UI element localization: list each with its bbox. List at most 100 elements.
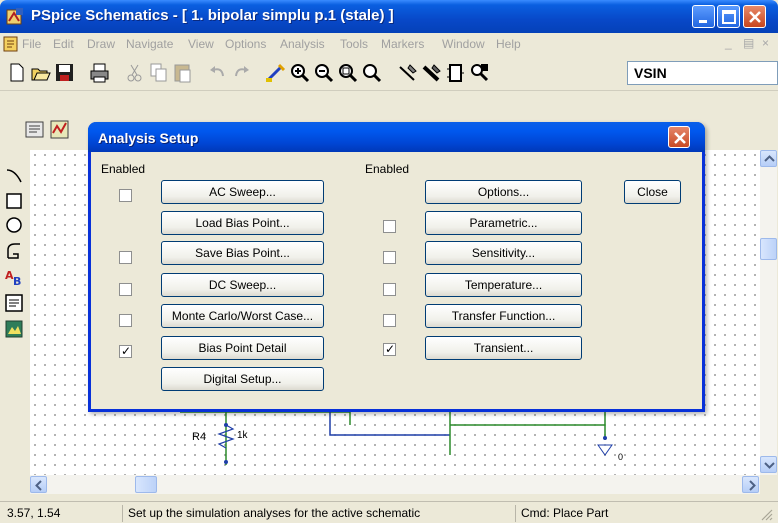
document-icon[interactable] (3, 36, 19, 52)
scroll-up-button[interactable] (760, 150, 777, 167)
print-icon (90, 63, 109, 83)
save-bias-point-button[interactable]: Save Bias Point... (161, 241, 324, 265)
insert-picture-button[interactable] (3, 318, 25, 340)
horizontal-scroll-thumb[interactable] (135, 476, 157, 493)
menu-markers[interactable]: Markers (381, 37, 424, 51)
part-name-field[interactable] (627, 61, 778, 85)
draw-circle-button[interactable] (3, 214, 25, 236)
menu-file[interactable]: File (22, 37, 41, 51)
redo-button[interactable] (230, 61, 253, 84)
mdi-restore-button[interactable]: ▤ (743, 36, 754, 50)
enabled-header-left: Enabled (101, 162, 146, 176)
app-icon[interactable] (6, 7, 25, 26)
digital-setup-button[interactable]: Digital Setup... (161, 367, 324, 391)
dialog-close-button[interactable] (668, 126, 690, 148)
zoom-fit-icon (363, 64, 382, 83)
draw-box-button[interactable] (3, 190, 25, 212)
svg-text:B: B (13, 275, 21, 288)
cut-button[interactable] (123, 61, 146, 84)
draw-line-button[interactable] (3, 164, 25, 186)
menu-edit[interactable]: Edit (53, 37, 74, 51)
draw-arc-button[interactable] (3, 240, 25, 262)
menu-tools[interactable]: Tools (340, 37, 368, 51)
mdi-close-button[interactable]: × (762, 36, 769, 50)
dialog-title-bar[interactable]: Analysis Setup (88, 122, 705, 152)
save-button[interactable] (53, 61, 76, 84)
scroll-left-button[interactable] (30, 476, 47, 493)
setup-icon (25, 121, 44, 138)
menu-window[interactable]: Window (442, 37, 485, 51)
dialog-close-text-button[interactable]: Close (624, 180, 681, 204)
menu-navigate[interactable]: Navigate (126, 37, 173, 51)
ac-sweep-checkbox[interactable] (119, 189, 132, 202)
chevron-right-icon (749, 480, 756, 491)
scroll-down-button[interactable] (760, 456, 777, 473)
sensitivity-button[interactable]: Sensitivity... (425, 241, 582, 265)
print-button[interactable] (88, 61, 111, 84)
sensitivity-checkbox[interactable] (383, 251, 396, 264)
transfer-function-button[interactable]: Transfer Function... (425, 304, 582, 328)
temperature-button[interactable]: Temperature... (425, 273, 582, 297)
open-button[interactable] (29, 61, 52, 84)
undo-button[interactable] (206, 61, 229, 84)
vertical-scrollbar[interactable] (760, 150, 777, 475)
maximize-button[interactable] (717, 5, 740, 28)
copy-icon (150, 63, 167, 82)
picture-icon (5, 320, 23, 338)
minimize-button[interactable] (692, 5, 715, 28)
analysis-setup-dialog: Analysis Setup Enabled Enabled AC Sweep.… (88, 122, 705, 412)
status-message: Set up the simulation analyses for the a… (122, 505, 425, 522)
bias-point-detail-checkbox[interactable]: ✓ (119, 344, 132, 358)
options-button[interactable]: Options... (425, 180, 582, 204)
checkmark-icon: ✓ (121, 344, 132, 358)
draw-bus-button[interactable] (420, 61, 443, 84)
zoom-out-button[interactable] (312, 61, 335, 84)
temperature-checkbox[interactable] (383, 283, 396, 296)
line-icon (6, 169, 22, 183)
zoom-in-button[interactable] (288, 61, 311, 84)
menu-options[interactable]: Options (225, 37, 266, 51)
redraw-button[interactable] (264, 61, 287, 84)
menu-draw[interactable]: Draw (87, 37, 115, 51)
zoom-fit-button[interactable] (360, 61, 383, 84)
monte-carlo-checkbox[interactable] (119, 314, 132, 327)
draw-block-button[interactable] (444, 61, 467, 84)
monte-carlo-button[interactable]: Monte Carlo/Worst Case... (161, 304, 324, 328)
undo-icon (210, 66, 224, 77)
get-part-button[interactable] (468, 61, 491, 84)
paste-button[interactable] (171, 61, 194, 84)
horizontal-scrollbar[interactable] (30, 475, 760, 494)
simulate-button[interactable] (48, 118, 71, 141)
transient-checkbox[interactable]: ✓ (383, 342, 396, 356)
dc-sweep-checkbox[interactable] (119, 283, 132, 296)
resize-grip-icon[interactable] (758, 506, 774, 522)
bias-point-detail-button[interactable]: Bias Point Detail (161, 336, 324, 360)
copy-button[interactable] (147, 61, 170, 84)
save-bias-point-checkbox[interactable] (119, 251, 132, 264)
transfer-function-checkbox[interactable] (383, 314, 396, 327)
menu-view[interactable]: View (188, 37, 214, 51)
redo-icon (235, 66, 249, 77)
dc-sweep-button[interactable]: DC Sweep... (161, 273, 324, 297)
zoom-area-button[interactable] (336, 61, 359, 84)
setup-button[interactable] (23, 118, 46, 141)
vertical-scroll-thumb[interactable] (760, 238, 777, 260)
draw-wire-button[interactable] (396, 61, 419, 84)
menu-help[interactable]: Help (496, 37, 521, 51)
parametric-button[interactable]: Parametric... (425, 211, 582, 235)
new-button[interactable] (5, 61, 28, 84)
mdi-minimize-button[interactable]: _ (725, 36, 732, 50)
text-box-button[interactable] (3, 292, 25, 314)
load-bias-point-button[interactable]: Load Bias Point... (161, 211, 324, 235)
resistor-ref-label: R4 (192, 431, 207, 443)
transient-button[interactable]: Transient... (425, 336, 582, 360)
parametric-checkbox[interactable] (383, 220, 396, 233)
ac-sweep-button[interactable]: AC Sweep... (161, 180, 324, 204)
minimize-icon (699, 20, 707, 23)
scroll-right-button[interactable] (742, 476, 759, 493)
title-bar[interactable]: PSpice Schematics - [ 1. bipolar simplu … (0, 0, 778, 33)
command-status: Cmd: Place Part (515, 505, 613, 522)
draw-text-button[interactable]: AB (3, 266, 25, 288)
menu-analysis[interactable]: Analysis (280, 37, 325, 51)
close-window-button[interactable] (743, 5, 766, 28)
